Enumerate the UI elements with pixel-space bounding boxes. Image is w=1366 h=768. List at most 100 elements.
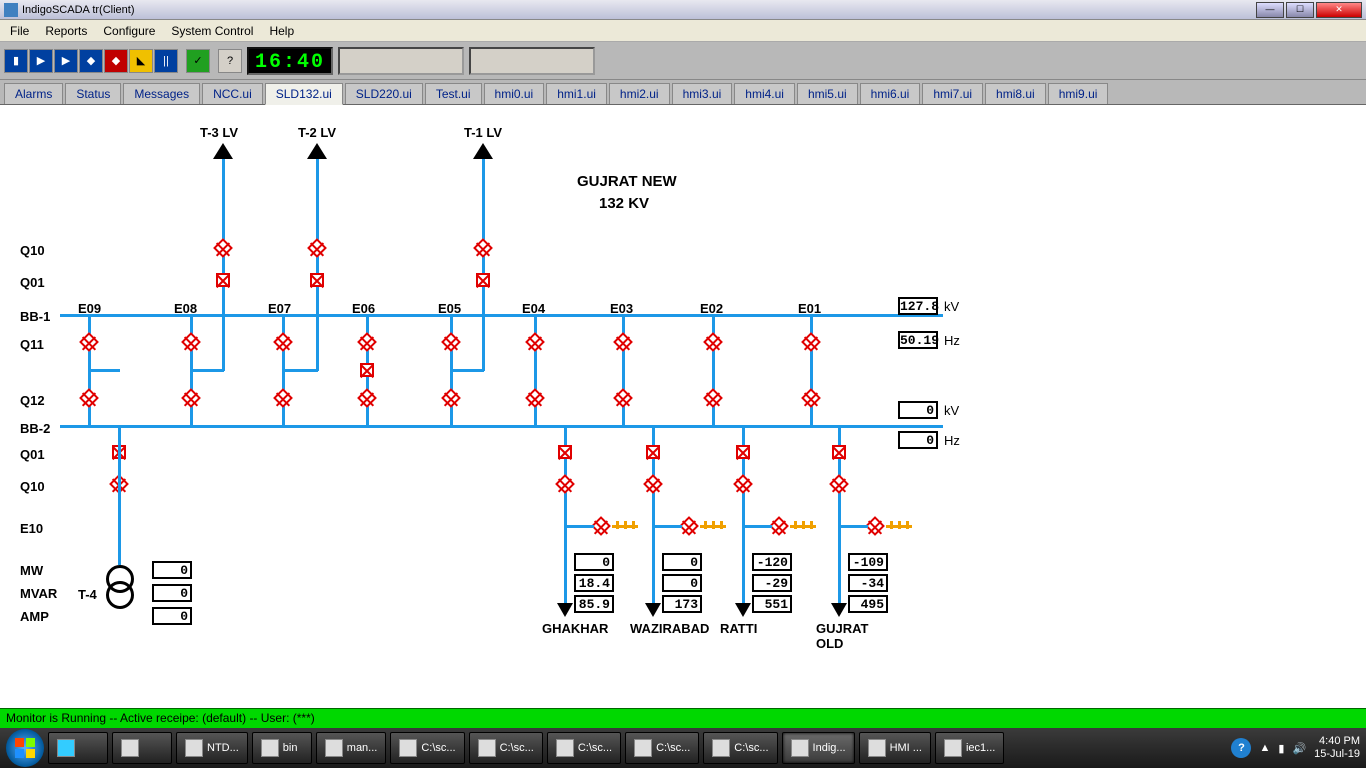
taskbar-item-2[interactable]: man...	[316, 732, 387, 764]
taskbar-item-6[interactable]: C:\sc...	[625, 732, 699, 764]
earth-switch-wazirabad[interactable]	[679, 516, 699, 536]
menu-help[interactable]: Help	[263, 22, 300, 40]
meter-bb2-hz: 0	[898, 431, 938, 449]
start-button[interactable]	[6, 729, 44, 767]
isolator-ratti[interactable]	[733, 474, 753, 494]
meter-bb2-kv: 0	[898, 401, 938, 419]
tray-flag-icon[interactable]: ▮	[1278, 742, 1284, 755]
taskbar-item-4[interactable]: C:\sc...	[469, 732, 543, 764]
tool-button-3[interactable]: ▶	[54, 49, 78, 73]
isolator-ghakhar[interactable]	[555, 474, 575, 494]
tab-Messages[interactable]: Messages	[123, 83, 200, 104]
breaker-e08-q01[interactable]	[216, 273, 230, 287]
breaker-e07-q01[interactable]	[310, 273, 324, 287]
switch-q12-bay8[interactable]	[801, 388, 821, 408]
breaker-wazirabad[interactable]	[646, 445, 660, 459]
tray-up-icon[interactable]: ▲	[1259, 742, 1270, 754]
menu-file[interactable]: File	[4, 22, 35, 40]
tab-SLD132-ui[interactable]: SLD132.ui	[265, 83, 343, 105]
tab-hmi8-ui[interactable]: hmi8.ui	[985, 83, 1046, 104]
switch-e05-q10[interactable]	[473, 238, 493, 258]
unit-bb2-kv: kV	[944, 403, 959, 418]
switch-q11-bay5[interactable]	[525, 332, 545, 352]
tool-button-6[interactable]: ◣	[129, 49, 153, 73]
taskbar-item-7[interactable]: C:\sc...	[703, 732, 777, 764]
tab-hmi6-ui[interactable]: hmi6.ui	[860, 83, 921, 104]
menu-reports[interactable]: Reports	[39, 22, 93, 40]
switch-q11-bay1[interactable]	[181, 332, 201, 352]
task-ie[interactable]	[48, 732, 108, 764]
switch-q11-bay4[interactable]	[441, 332, 461, 352]
isolator-wazirabad[interactable]	[643, 474, 663, 494]
taskbar-item-5[interactable]: C:\sc...	[547, 732, 621, 764]
tab-Alarms[interactable]: Alarms	[4, 83, 63, 104]
switch-q11-bay0[interactable]	[79, 332, 99, 352]
switch-q11-bay3[interactable]	[357, 332, 377, 352]
taskbar-item-10[interactable]: iec1...	[935, 732, 1004, 764]
switch-q12-bay2[interactable]	[273, 388, 293, 408]
breaker-e05-q01[interactable]	[476, 273, 490, 287]
breaker-e06[interactable]	[360, 363, 374, 377]
switch-q11-bay7[interactable]	[703, 332, 723, 352]
switch-e08-q10[interactable]	[213, 238, 233, 258]
tool-button-1[interactable]: ▮	[4, 49, 28, 73]
tab-hmi0-ui[interactable]: hmi0.ui	[484, 83, 545, 104]
tray-clock[interactable]: 4:40 PM15-Jul-19	[1314, 735, 1360, 761]
switch-q12-bay0[interactable]	[79, 388, 99, 408]
menu-system-control[interactable]: System Control	[165, 22, 259, 40]
tab-hmi1-ui[interactable]: hmi1.ui	[546, 83, 607, 104]
menu-configure[interactable]: Configure	[97, 22, 161, 40]
tab-Test-ui[interactable]: Test.ui	[425, 83, 482, 104]
breaker-ghakhar[interactable]	[558, 445, 572, 459]
close-button[interactable]	[1316, 2, 1362, 18]
earth-switch-gujratold[interactable]	[865, 516, 885, 536]
switch-q12-bay6[interactable]	[613, 388, 633, 408]
earth-switch-ratti[interactable]	[769, 516, 789, 536]
tool-button-4[interactable]: ◆	[79, 49, 103, 73]
tool-button-5[interactable]: ◆	[104, 49, 128, 73]
taskbar-item-9[interactable]: HMI ...	[859, 732, 931, 764]
taskbar-item-0[interactable]: NTD...	[176, 732, 248, 764]
tab-SLD220-ui[interactable]: SLD220.ui	[345, 83, 423, 104]
switch-e07-q10[interactable]	[307, 238, 327, 258]
tray-volume-icon[interactable]: 🔊	[1292, 742, 1306, 755]
switch-q12-bay3[interactable]	[357, 388, 377, 408]
tool-button-7[interactable]: ||	[154, 49, 178, 73]
tool-button-help[interactable]: ?	[218, 49, 242, 73]
taskbar-item-3[interactable]: C:\sc...	[390, 732, 464, 764]
switch-q12-bay7[interactable]	[703, 388, 723, 408]
switch-q12-bay5[interactable]	[525, 388, 545, 408]
tab-hmi2-ui[interactable]: hmi2.ui	[609, 83, 670, 104]
maximize-button[interactable]	[1286, 2, 1314, 18]
label-e05: E05	[438, 301, 461, 316]
tab-Status[interactable]: Status	[65, 83, 121, 104]
isolator-gujratold[interactable]	[829, 474, 849, 494]
breaker-ratti[interactable]	[736, 445, 750, 459]
switch-q11-bay2[interactable]	[273, 332, 293, 352]
taskbar-item-1[interactable]: bin	[252, 732, 312, 764]
tab-hmi9-ui[interactable]: hmi9.ui	[1048, 83, 1109, 104]
earth-switch-ghakhar[interactable]	[591, 516, 611, 536]
meter-ghakhar-amp: 85.9	[574, 595, 614, 613]
tool-button-ack[interactable]: ✓	[186, 49, 210, 73]
meter-ghakhar-mvar: 18.4	[574, 574, 614, 592]
toolbar-combo-2[interactable]	[469, 47, 595, 75]
help-tray-icon[interactable]: ?	[1231, 738, 1251, 758]
toolbar-combo-1[interactable]	[338, 47, 464, 75]
switch-q12-bay4[interactable]	[441, 388, 461, 408]
tab-NCC-ui[interactable]: NCC.ui	[202, 83, 263, 104]
tool-button-2[interactable]: ▶	[29, 49, 53, 73]
switch-q11-bay6[interactable]	[613, 332, 633, 352]
tab-hmi7-ui[interactable]: hmi7.ui	[922, 83, 983, 104]
tab-hmi3-ui[interactable]: hmi3.ui	[672, 83, 733, 104]
task-calc[interactable]	[112, 732, 172, 764]
minimize-button[interactable]	[1256, 2, 1284, 18]
label-e01: E01	[798, 301, 821, 316]
switch-q12-bay1[interactable]	[181, 388, 201, 408]
taskbar-item-8[interactable]: Indig...	[782, 732, 855, 764]
tab-hmi4-ui[interactable]: hmi4.ui	[734, 83, 795, 104]
breaker-gujratold[interactable]	[832, 445, 846, 459]
arrow-wazirabad	[645, 603, 661, 617]
tab-hmi5-ui[interactable]: hmi5.ui	[797, 83, 858, 104]
switch-q11-bay8[interactable]	[801, 332, 821, 352]
